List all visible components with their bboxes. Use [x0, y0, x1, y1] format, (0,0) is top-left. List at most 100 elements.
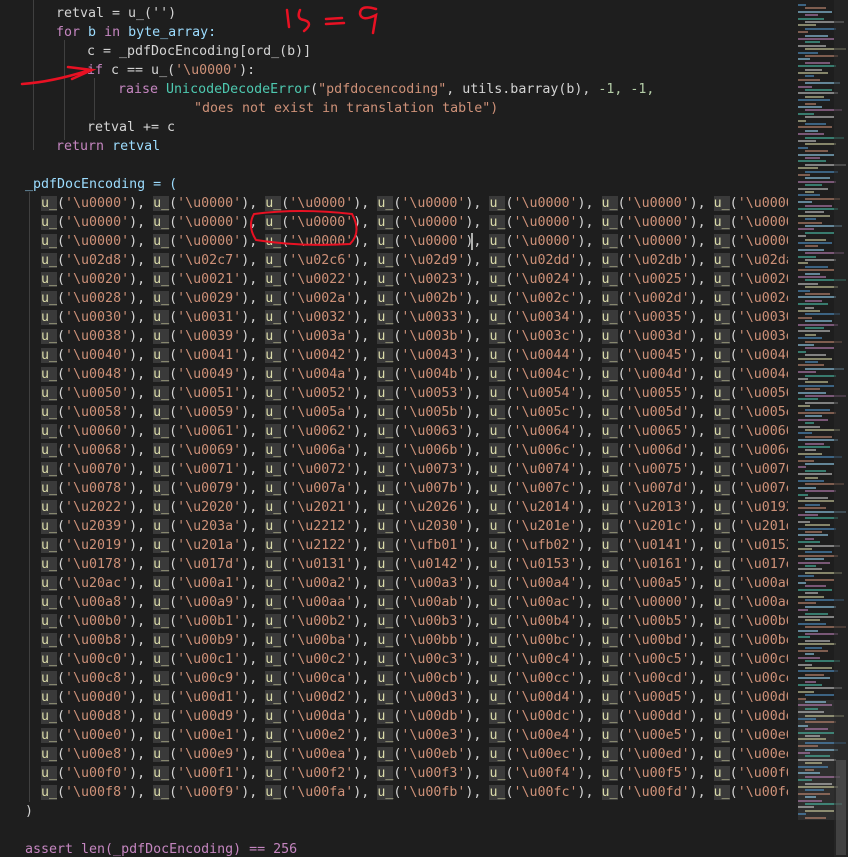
table-row[interactable]: u_('\u0000'), u_('\u0000'), u_('\u0000')… — [41, 213, 788, 232]
paren: ( — [617, 367, 626, 382]
table-row[interactable]: u_('\u0020'), u_('\u0021'), u_('\u0022')… — [41, 270, 788, 289]
minimap-line — [798, 602, 816, 605]
paren: ), — [241, 424, 266, 439]
table-row[interactable]: u_('\u00c8'), u_('\u00c9'), u_('\u00ca')… — [41, 669, 788, 688]
u-function-call: u_ — [153, 576, 170, 591]
table-row[interactable]: u_('\u20ac'), u_('\u00a1'), u_('\u00a2')… — [41, 574, 788, 593]
table-row[interactable]: u_('\u2039'), u_('\u203a'), u_('\u2212')… — [41, 517, 788, 536]
u-function-call: u_ — [713, 633, 730, 648]
u-function-call: u_ — [265, 614, 282, 629]
table-row[interactable]: u_('\u00c0'), u_('\u00c1'), u_('\u00c2')… — [41, 650, 788, 669]
paren: ( — [169, 253, 178, 268]
string-literal: '\u00fe' — [737, 785, 788, 800]
table-row[interactable]: u_('\u2019'), u_('\u201a'), u_('\u2122')… — [41, 536, 788, 555]
u-function-call: u_ — [41, 234, 58, 249]
code-line[interactable]: if c == u_('\u0000'): — [87, 61, 255, 80]
code-line[interactable]: _pdfDocEncoding = ( — [25, 175, 177, 194]
paren: ( — [617, 196, 626, 211]
string-literal: '\u00ae' — [737, 595, 788, 610]
minimap-line — [798, 677, 830, 680]
code-line[interactable]: retval += c — [87, 118, 175, 137]
paren: ( — [169, 215, 178, 230]
paren: ), — [129, 215, 154, 230]
table-row[interactable]: u_('\u00d8'), u_('\u00d9'), u_('\u00da')… — [41, 707, 788, 726]
table-row[interactable]: u_('\u00f8'), u_('\u00f9'), u_('\u00fa')… — [41, 783, 788, 802]
scrollbar-thumb[interactable] — [836, 760, 846, 855]
minimap-line — [798, 541, 820, 544]
paren: ), — [241, 557, 266, 572]
string-literal: '\u00b6' — [737, 614, 788, 629]
string-literal: '\u0031' — [177, 310, 242, 325]
paren: ( — [617, 614, 626, 629]
table-row[interactable]: u_('\u0068'), u_('\u0069'), u_('\u006a')… — [41, 441, 788, 460]
string-literal: '\u0064' — [513, 424, 578, 439]
table-row[interactable]: u_('\u00d0'), u_('\u00d1'), u_('\u00d2')… — [41, 688, 788, 707]
table-row[interactable]: u_('\u0000'), u_('\u0000'), u_('\u0000')… — [41, 232, 788, 251]
table-row[interactable]: u_('\u2022'), u_('\u2020'), u_('\u2021')… — [41, 498, 788, 517]
paren: ), — [241, 253, 266, 268]
table-row[interactable]: u_('\u0178'), u_('\u017d'), u_('\u0131')… — [41, 555, 788, 574]
table-row[interactable]: u_('\u00a8'), u_('\u00a9'), u_('\u00aa')… — [41, 593, 788, 612]
code-line[interactable]: retval = u_('') — [56, 4, 176, 23]
string-literal: '\u02da' — [737, 253, 788, 268]
table-row[interactable]: u_('\u00b0'), u_('\u00b1'), u_('\u00b2')… — [41, 612, 788, 631]
code-line[interactable]: for b in byte_array: — [56, 23, 216, 42]
u-function-call: u_ — [713, 348, 730, 363]
string-literal: '\u0041' — [177, 348, 242, 363]
code-line[interactable]: ) — [25, 802, 33, 821]
u-function-call: u_ — [377, 690, 394, 705]
code-text: ) — [25, 804, 34, 819]
paren: ( — [617, 310, 626, 325]
paren: ), — [353, 671, 378, 686]
code-line[interactable]: "does not exist in translation table") — [194, 99, 498, 118]
paren: ), — [689, 367, 714, 382]
table-row[interactable]: u_('\u0050'), u_('\u0051'), u_('\u0052')… — [41, 384, 788, 403]
string-literal: '\u0066' — [737, 424, 788, 439]
table-row[interactable]: u_('\u0040'), u_('\u0041'), u_('\u0042')… — [41, 346, 788, 365]
minimap-line — [798, 432, 812, 435]
table-row[interactable]: u_('\u0038'), u_('\u0039'), u_('\u003a')… — [41, 327, 788, 346]
table-row[interactable]: u_('\u0030'), u_('\u0031'), u_('\u0032')… — [41, 308, 788, 327]
u-function-call: u_ — [377, 785, 394, 800]
table-row[interactable]: u_('\u0078'), u_('\u0079'), u_('\u007a')… — [41, 479, 788, 498]
u-function-call: u_ — [377, 576, 394, 591]
paren: ), — [241, 785, 266, 800]
table-row[interactable]: u_('\u00e8'), u_('\u00e9'), u_('\u00ea')… — [41, 745, 788, 764]
paren: ), — [241, 291, 266, 306]
table-row[interactable]: u_('\u00b8'), u_('\u00b9'), u_('\u00ba')… — [41, 631, 788, 650]
table-row[interactable]: u_('\u0060'), u_('\u0061'), u_('\u0062')… — [41, 422, 788, 441]
minimap-line — [798, 208, 838, 210]
u-function-call: u_ — [713, 196, 730, 211]
table-row[interactable]: u_('\u00f0'), u_('\u00f1'), u_('\u00f2')… — [41, 764, 788, 783]
table-row[interactable]: u_('\u0000'), u_('\u0000'), u_('\u0000')… — [41, 194, 788, 213]
minimap-line — [798, 133, 824, 136]
code-line[interactable]: return retval — [56, 137, 160, 156]
code-editor[interactable]: retval = u_('') for b in byte_array: c =… — [0, 0, 788, 857]
paren: ( — [617, 405, 626, 420]
string-literal: '\u0053' — [401, 386, 466, 401]
paren: ( — [57, 386, 66, 401]
table-row[interactable]: u_('\u0070'), u_('\u0071'), u_('\u0072')… — [41, 460, 788, 479]
minimap-line — [798, 221, 822, 224]
code-line[interactable]: c = _pdfDocEncoding[ord_(b)] — [87, 42, 311, 61]
table-row[interactable]: u_('\u02d8'), u_('\u02c7'), u_('\u02c6')… — [41, 251, 788, 270]
minimap-line — [798, 391, 826, 394]
table-row[interactable]: u_('\u00e0'), u_('\u00e1'), u_('\u00e2')… — [41, 726, 788, 745]
table-row[interactable]: u_('\u0028'), u_('\u0029'), u_('\u002a')… — [41, 289, 788, 308]
string-literal: '\u00b2' — [289, 614, 354, 629]
table-row[interactable]: u_('\u0058'), u_('\u0059'), u_('\u005a')… — [41, 403, 788, 422]
minimap-line — [798, 214, 830, 217]
u-function-call: u_ — [41, 671, 58, 686]
paren: ), — [241, 215, 266, 230]
minimap-line — [798, 187, 828, 190]
paren: ( — [169, 500, 178, 515]
table-row[interactable]: u_('\u0048'), u_('\u0049'), u_('\u004a')… — [41, 365, 788, 384]
string-literal: '\u0052' — [289, 386, 354, 401]
code-line[interactable]: raise UnicodeDecodeError("pdfdocencoding… — [118, 80, 654, 99]
minimap-line — [805, 150, 828, 153]
paren: ), — [129, 253, 154, 268]
u-function-call: u_ — [265, 348, 282, 363]
code-line[interactable]: assert len(_pdfDocEncoding) == 256 — [25, 840, 297, 857]
vertical-scrollbar[interactable] — [834, 0, 848, 857]
u-function-call: u_ — [41, 215, 58, 230]
